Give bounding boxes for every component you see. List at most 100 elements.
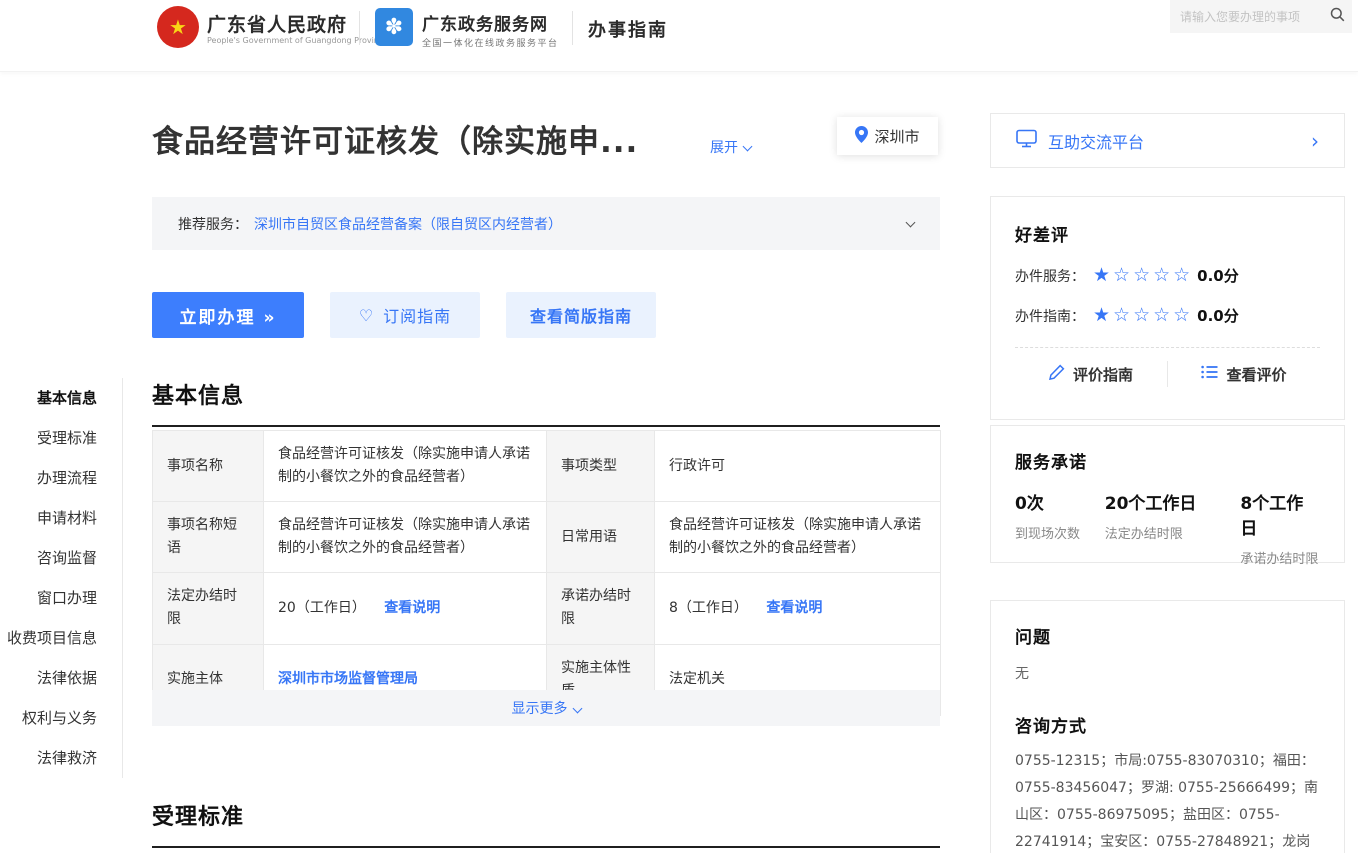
- basic-info-table: 事项名称 食品经营许可证核发（除实施申请人承诺制的小餐饮之外的食品经营者） 事项…: [152, 430, 941, 716]
- platform-label: 互助交流平台: [1048, 129, 1144, 153]
- star-rating-icons[interactable]: ★☆☆☆☆: [1093, 266, 1193, 285]
- service-rating-score: 0.0分: [1197, 265, 1239, 286]
- nav-item-basic-info[interactable]: 基本信息: [0, 378, 122, 418]
- view-reviews-button[interactable]: 查看评价: [1168, 364, 1320, 385]
- cell-value: 食品经营许可证核发（除实施申请人承诺制的小餐饮之外的食品经营者）: [264, 431, 547, 502]
- service-rating-label: 办件服务：: [1015, 266, 1085, 286]
- site-header: ★ 广东省人民政府 People's Government of Guangdo…: [0, 0, 1358, 72]
- cell-value: 8（工作日） 查看说明: [655, 573, 941, 644]
- show-more-label: 显示更多: [512, 698, 568, 718]
- nav-item-rights-obligations[interactable]: 权利与义务: [0, 698, 122, 738]
- visits-label: 到现场次数: [1015, 523, 1105, 542]
- service-commitment-card: 服务承诺 0次 到现场次数 20个工作日 法定办结时限 8个工作日 承诺办结时限: [990, 425, 1345, 563]
- show-more-button[interactable]: 显示更多: [152, 690, 940, 726]
- cell-label: 事项名称短语: [153, 502, 264, 573]
- table-row: 事项名称短语 食品经营许可证核发（除实施申请人承诺制的小餐饮之外的食品经营者） …: [153, 502, 941, 573]
- simple-guide-button[interactable]: 查看简版指南: [506, 292, 656, 338]
- promised-label: 承诺办结时限: [1240, 548, 1320, 567]
- nav-item-accept-standard[interactable]: 受理标准: [0, 418, 122, 458]
- section-nav: 基本信息 受理标准 办理流程 申请材料 咨询监督 窗口办理 收费项目信息 法律依…: [0, 378, 123, 778]
- chevron-down-icon: [743, 142, 753, 152]
- service-rating-row: 办件服务： ★☆☆☆☆ 0.0分: [1015, 265, 1320, 286]
- nav-item-window-handling[interactable]: 窗口办理: [0, 578, 122, 618]
- commitment-heading: 服务承诺: [1015, 448, 1320, 473]
- search-input[interactable]: [1180, 10, 1330, 24]
- gov-logo-title: 广东省人民政府: [207, 10, 347, 37]
- nav-item-consult-supervise[interactable]: 咨询监督: [0, 538, 122, 578]
- portal-logo-title: 广东政务服务网: [422, 10, 548, 35]
- emblem-star-glyph: ★: [169, 15, 187, 39]
- nav-item-materials[interactable]: 申请材料: [0, 498, 122, 538]
- subscribe-guide-button[interactable]: ♡ 订阅指南: [330, 292, 480, 338]
- cell-label: 事项类型: [547, 431, 655, 502]
- nav-item-process[interactable]: 办理流程: [0, 458, 122, 498]
- commitment-item-promised: 8个工作日 承诺办结时限: [1240, 489, 1320, 567]
- implementing-agency-link[interactable]: 深圳市市场监督管理局: [278, 671, 418, 687]
- guide-rating-label: 办件指南：: [1015, 306, 1085, 326]
- table-row: 法定办结时限 20（工作日） 查看说明 承诺办结时限 8（工作日） 查看说明: [153, 573, 941, 644]
- portal-logo-icon: ✽: [375, 8, 413, 46]
- cell-value: 食品经营许可证核发（除实施申请人承诺制的小餐饮之外的食品经营者）: [655, 502, 941, 573]
- page-type-label: 办事指南: [588, 16, 668, 42]
- cell-label: 法定办结时限: [153, 573, 264, 644]
- cell-value: 20（工作日） 查看说明: [264, 573, 547, 644]
- table-row: 事项名称 食品经营许可证核发（除实施申请人承诺制的小餐饮之外的食品经营者） 事项…: [153, 431, 941, 502]
- commitment-item-statutory: 20个工作日 法定办结时限: [1105, 489, 1241, 567]
- consult-phone-numbers: 0755-12315；市局:0755-83070310；福田：0755-8345…: [1015, 748, 1320, 853]
- pencil-icon: [1049, 364, 1065, 384]
- statutory-value: 20个工作日: [1105, 489, 1241, 514]
- guide-rating-score: 0.0分: [1197, 305, 1239, 326]
- search-bar[interactable]: [1170, 0, 1352, 33]
- cell-label: 日常用语: [547, 502, 655, 573]
- cell-value: 行政许可: [655, 431, 941, 502]
- rate-guide-label: 评价指南: [1073, 364, 1133, 385]
- nav-item-legal-basis[interactable]: 法律依据: [0, 658, 122, 698]
- promised-value: 8个工作日: [1240, 489, 1320, 539]
- commitment-item-visits: 0次 到现场次数: [1015, 489, 1105, 567]
- portal-flower-glyph: ✽: [385, 15, 403, 40]
- service-title: 食品经营许可证核发（除实施申...: [152, 116, 638, 161]
- subscribe-guide-label: 订阅指南: [383, 303, 451, 327]
- chevron-down-icon: [906, 217, 916, 227]
- location-pin-icon: [855, 126, 868, 147]
- chevron-down-icon: [572, 703, 582, 713]
- accept-standard-heading: 受理标准: [152, 799, 940, 848]
- apply-now-button[interactable]: 立即办理 »: [152, 292, 304, 338]
- city-selector[interactable]: 深圳市: [837, 117, 938, 155]
- question-heading: 问题: [1015, 623, 1320, 648]
- recommend-service-link[interactable]: 深圳市自贸区食品经营备案（限自贸区内经营者）: [254, 214, 562, 234]
- chevron-right-icon: ›: [1311, 131, 1319, 151]
- guide-page: ★ 广东省人民政府 People's Government of Guangdo…: [0, 0, 1358, 853]
- rating-actions: 评价指南 查看评价: [1015, 348, 1320, 400]
- question-consult-card: 问题 无 咨询方式 0755-12315；市局:0755-83070310；福田…: [990, 600, 1345, 853]
- rate-guide-button[interactable]: 评价指南: [1015, 364, 1167, 385]
- visits-value: 0次: [1015, 489, 1105, 514]
- title-expand-label: 展开: [710, 140, 738, 156]
- recommend-toggle[interactable]: [901, 216, 914, 232]
- nav-item-fee-info[interactable]: 收费项目信息: [0, 618, 122, 658]
- basic-info-heading: 基本信息: [152, 378, 940, 427]
- view-reviews-label: 查看评价: [1226, 364, 1286, 385]
- mutual-help-platform-card[interactable]: 互助交流平台 ›: [990, 113, 1345, 168]
- cell-label: 承诺办结时限: [547, 573, 655, 644]
- question-value: 无: [1015, 663, 1320, 683]
- rating-heading: 好差评: [1015, 221, 1320, 246]
- star-rating-icons[interactable]: ★☆☆☆☆: [1093, 306, 1193, 325]
- view-explanation-link[interactable]: 查看说明: [766, 600, 822, 616]
- header-divider: [572, 11, 573, 45]
- consult-heading: 咨询方式: [1015, 712, 1320, 737]
- view-explanation-link[interactable]: 查看说明: [384, 600, 440, 616]
- statutory-time-value: 20（工作日）: [278, 600, 366, 616]
- cell-label: 事项名称: [153, 431, 264, 502]
- statutory-label: 法定办结时限: [1105, 523, 1241, 542]
- guide-rating-row: 办件指南： ★☆☆☆☆ 0.0分: [1015, 305, 1320, 326]
- consult-text-value: 0755-12315；市局:0755-83070310；福田：0755-8345…: [1015, 753, 1318, 853]
- heart-icon: ♡: [359, 306, 374, 325]
- gov-logo-subtitle: People's Government of Guangdong Provinc…: [207, 36, 388, 45]
- title-expand-link[interactable]: 展开: [710, 137, 751, 157]
- rating-card: 好差评 办件服务： ★☆☆☆☆ 0.0分 办件指南： ★☆☆☆☆ 0.0分 评价…: [990, 196, 1345, 420]
- cell-value: 食品经营许可证核发（除实施申请人承诺制的小餐饮之外的食品经营者）: [264, 502, 547, 573]
- city-label: 深圳市: [874, 126, 919, 147]
- search-icon[interactable]: [1330, 7, 1345, 26]
- nav-item-legal-remedy[interactable]: 法律救济: [0, 738, 122, 778]
